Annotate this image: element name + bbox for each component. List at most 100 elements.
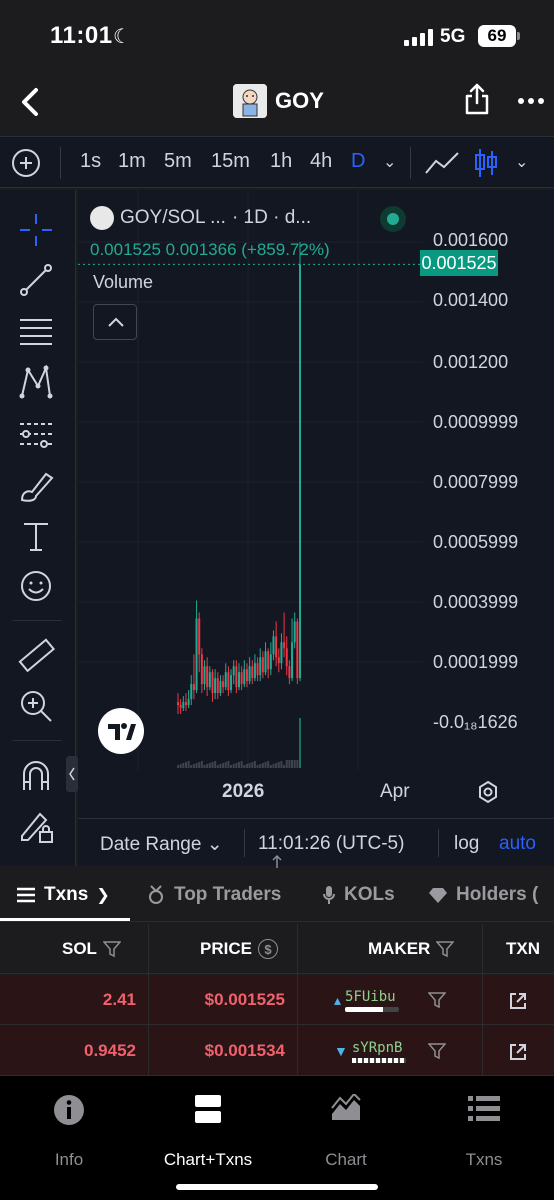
brush-icon[interactable] — [16, 466, 56, 506]
candle-body[interactable] — [238, 672, 240, 688]
candle-body[interactable] — [206, 666, 209, 688]
candle-body[interactable] — [214, 678, 217, 694]
candle-body[interactable] — [272, 636, 275, 655]
candle-body[interactable] — [269, 654, 272, 670]
candle-body[interactable] — [216, 678, 219, 694]
candle-body[interactable] — [288, 666, 291, 679]
filter-icon[interactable] — [428, 1042, 446, 1060]
timeframe-15m[interactable]: 15m — [211, 150, 250, 173]
candle-body[interactable] — [280, 642, 283, 664]
candle-body[interactable] — [219, 681, 222, 694]
timeframe-1s[interactable]: 1s — [80, 150, 101, 173]
table-row[interactable]: 2.41 $0.001525 ▴ 5FUibu — [0, 975, 554, 1025]
zoom-in-icon[interactable] — [16, 686, 56, 726]
table-row[interactable]: 0.9452 $0.001534 ▼ sYRpnB — [0, 1026, 554, 1076]
external-link-icon[interactable] — [508, 991, 528, 1011]
column-header-maker[interactable]: MAKER — [368, 924, 484, 974]
timeframe-d[interactable]: D — [351, 150, 365, 173]
log-scale-toggle[interactable]: log — [454, 833, 479, 855]
crosshair-icon[interactable] — [16, 210, 56, 250]
candle-body[interactable] — [275, 636, 278, 658]
timezone-clock[interactable]: 11:01:26 (UTC-5) — [258, 833, 404, 855]
candle-body[interactable] — [179, 705, 182, 709]
candle-body[interactable] — [198, 618, 201, 655]
collapse-toolbar-handle[interactable] — [66, 756, 78, 792]
candle-body[interactable] — [208, 672, 211, 688]
text-tool-icon[interactable] — [16, 516, 56, 556]
add-symbol-icon[interactable] — [12, 149, 40, 177]
candlestick-icon[interactable] — [474, 147, 498, 179]
tab-holders[interactable]: Holders ( — [428, 884, 538, 906]
back-icon[interactable] — [16, 86, 46, 118]
candle-body[interactable] — [190, 684, 193, 700]
candle-body[interactable] — [259, 657, 262, 676]
emoji-icon[interactable] — [16, 566, 56, 606]
candle-body[interactable] — [251, 666, 254, 679]
candle-body[interactable] — [222, 681, 225, 688]
candle-body[interactable] — [283, 642, 286, 649]
candle-body[interactable] — [182, 702, 185, 709]
candle-body[interactable] — [235, 666, 238, 688]
candle-body[interactable] — [230, 675, 233, 691]
chart-symbol[interactable]: GOY/SOL ... — [120, 207, 226, 229]
candle-body[interactable] — [256, 663, 259, 676]
ruler-icon[interactable] — [16, 636, 56, 676]
candle-body[interactable] — [261, 657, 264, 673]
candle-body[interactable] — [293, 621, 296, 643]
tab-kols[interactable]: KOLs — [322, 884, 395, 906]
candle-body[interactable] — [267, 651, 270, 670]
timeframe-4h[interactable]: 4h — [310, 150, 332, 173]
price-chart[interactable]: GOY/SOL ... · 1D · d... 0.001525 0.00136… — [78, 190, 554, 866]
candle-body[interactable] — [245, 669, 248, 682]
candle-body[interactable] — [187, 699, 190, 706]
candle-body[interactable] — [285, 648, 288, 667]
candle-body[interactable] — [248, 666, 251, 682]
candle-body[interactable] — [227, 672, 230, 691]
filter-icon[interactable] — [436, 940, 455, 958]
candle-body[interactable] — [192, 684, 195, 691]
filter-icon[interactable] — [102, 940, 121, 958]
timeframe-5m[interactable]: 5m — [164, 150, 192, 173]
share-icon[interactable] — [462, 82, 492, 116]
maker-cell[interactable]: ▴ 5FUibu — [334, 975, 424, 1025]
chevron-down-icon[interactable]: ⌄ — [383, 152, 396, 172]
column-header-sol[interactable]: SOL — [62, 924, 148, 974]
pattern-icon[interactable] — [16, 362, 56, 402]
auto-scale-toggle[interactable]: auto — [499, 833, 536, 855]
candle-body[interactable] — [296, 621, 299, 679]
magnet-icon[interactable] — [16, 756, 56, 796]
chart-type-chevron-icon[interactable]: ⌄ — [515, 152, 528, 172]
candle-body[interactable] — [195, 618, 198, 691]
candle-body[interactable] — [264, 651, 267, 673]
trend-line-icon[interactable] — [16, 260, 56, 300]
more-icon[interactable] — [516, 86, 546, 116]
candle-body[interactable] — [253, 663, 256, 679]
filter-icon[interactable] — [428, 991, 446, 1009]
candle-body[interactable] — [291, 642, 294, 679]
candle-body[interactable] — [184, 702, 187, 706]
collapse-indicators-button[interactable] — [93, 304, 137, 340]
lock-drawing-icon[interactable] — [16, 806, 56, 846]
candle-body[interactable] — [243, 669, 246, 685]
column-header-price[interactable]: PRICE $ — [200, 924, 298, 974]
candle-body[interactable] — [299, 264, 301, 679]
candle-body[interactable] — [177, 702, 179, 706]
timeframe-1m[interactable]: 1m — [118, 150, 146, 173]
date-range-button[interactable]: Date Range ⌄ — [100, 833, 223, 856]
maker-cell[interactable]: ▼ sYRpnB — [334, 1026, 424, 1076]
candle-body[interactable] — [240, 672, 243, 685]
candle-body[interactable] — [232, 666, 235, 676]
timeframe-1h[interactable]: 1h — [270, 150, 292, 173]
candle-body[interactable] — [277, 657, 280, 664]
external-link-icon[interactable] — [508, 1042, 528, 1062]
chart-settings-icon[interactable] — [476, 780, 500, 804]
candle-body[interactable] — [200, 654, 203, 685]
candle-body[interactable] — [211, 672, 214, 694]
dollar-icon[interactable]: $ — [257, 939, 278, 959]
tab-txns[interactable]: Txns ❯ — [16, 884, 110, 906]
fib-lines-icon[interactable] — [16, 310, 56, 350]
tab-top-traders[interactable]: Top Traders — [146, 884, 281, 906]
forecast-icon[interactable] — [16, 414, 56, 454]
candle-body[interactable] — [203, 666, 206, 685]
line-chart-icon[interactable] — [424, 149, 460, 177]
